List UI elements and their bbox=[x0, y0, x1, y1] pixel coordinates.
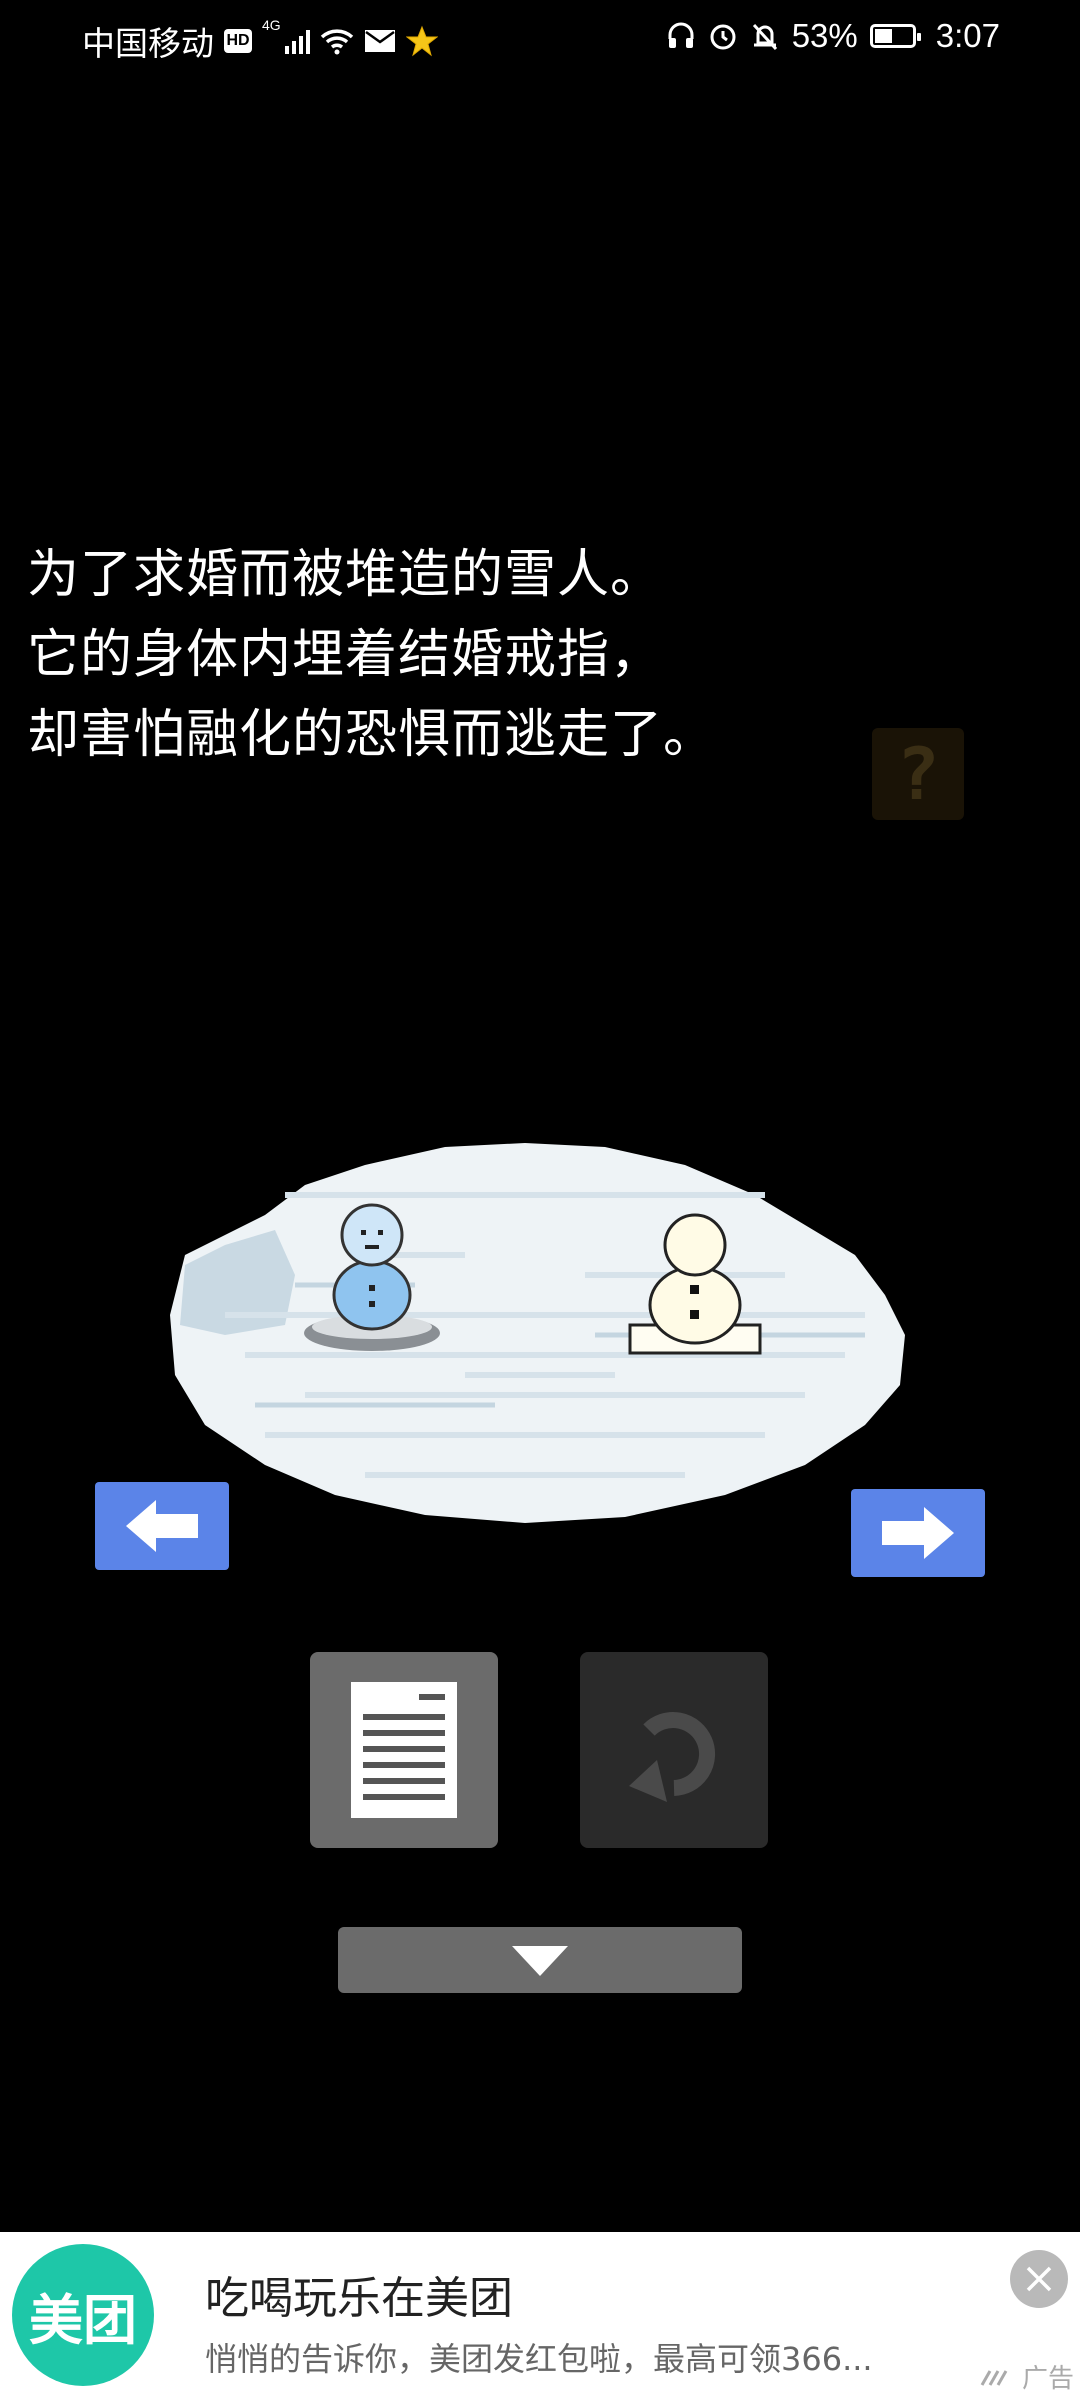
ad-close-button[interactable] bbox=[1010, 2250, 1068, 2308]
ad-banner[interactable]: 美团 吃喝玩乐在美团 悄悄的告诉你，美团发红包啦，最高可领366... 广告 bbox=[0, 2232, 1080, 2400]
next-button[interactable] bbox=[851, 1489, 985, 1577]
ad-mark-icon bbox=[980, 2369, 1008, 2386]
wifi-icon bbox=[320, 29, 353, 55]
ad-tag: 广告 bbox=[980, 2358, 1074, 2395]
story-line: 它的身体内埋着结婚戒指， bbox=[27, 625, 664, 685]
arrow-right-icon bbox=[882, 1507, 954, 1559]
clock: 3:07 bbox=[935, 17, 1000, 54]
question-icon: ? bbox=[896, 732, 940, 816]
mute-icon bbox=[752, 23, 777, 51]
document-icon bbox=[351, 1682, 457, 1818]
story-line: 为了求婚而被堆造的雪人。 bbox=[27, 545, 664, 605]
star-icon bbox=[405, 25, 438, 57]
document-button[interactable] bbox=[310, 1652, 498, 1848]
previous-button[interactable] bbox=[95, 1482, 229, 1570]
expand-button[interactable] bbox=[338, 1927, 742, 1993]
hd-icon: HD bbox=[224, 29, 252, 53]
network-type: 4G bbox=[262, 17, 281, 33]
ad-title[interactable]: 吃喝玩乐在美团 bbox=[205, 2262, 513, 2326]
alarm-icon bbox=[710, 24, 736, 50]
status-bar: 中国移动 HD 4G 53% 3:07 bbox=[0, 0, 1080, 72]
carrier-label: 中国移动 bbox=[82, 25, 214, 62]
ad-description[interactable]: 悄悄的告诉你，美团发红包啦，最高可领366... bbox=[205, 2334, 873, 2380]
battery-icon bbox=[869, 24, 921, 48]
chevron-down-icon bbox=[512, 1946, 568, 1976]
close-icon bbox=[1026, 2266, 1052, 2292]
arrow-left-icon bbox=[126, 1500, 198, 1552]
headset-icon bbox=[668, 22, 694, 48]
snow-field-image bbox=[170, 1143, 905, 1523]
undo-icon bbox=[629, 1712, 716, 1802]
undo-button[interactable] bbox=[580, 1652, 768, 1848]
snow-field-scene bbox=[165, 1135, 910, 1525]
signal-icon bbox=[284, 28, 310, 54]
game-screen: 中国移动 HD 4G 53% 3:07 为了求婚而被堆造的雪人。 它的身体内埋着… bbox=[0, 0, 1080, 2400]
meituan-logo[interactable]: 美团 bbox=[12, 2244, 154, 2386]
story-text: 为了求婚而被堆造的雪人。 它的身体内埋着结婚戒指， 却害怕融化的恐惧而逃走了。 bbox=[27, 535, 716, 775]
mail-icon bbox=[364, 30, 395, 52]
story-line: 却害怕融化的恐惧而逃走了。 bbox=[27, 705, 717, 765]
battery-percent: 53% bbox=[791, 17, 858, 54]
ad-tag-label: 广告 bbox=[1022, 2364, 1075, 2394]
hint-button[interactable]: ? bbox=[872, 728, 964, 820]
